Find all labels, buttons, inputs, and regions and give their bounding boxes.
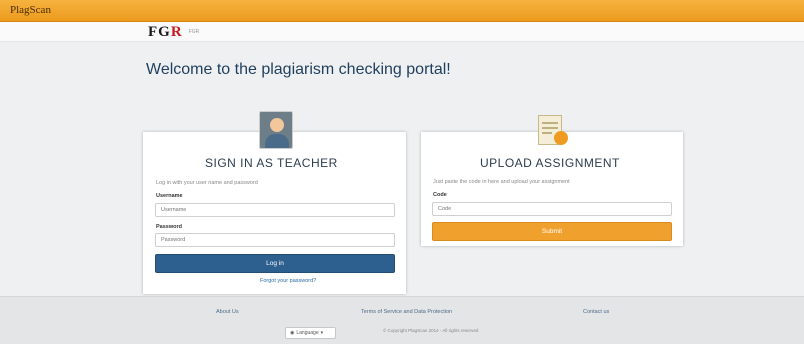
language-label: Language (296, 330, 319, 336)
forgot-password-link[interactable]: Forgot your password? (260, 278, 316, 284)
upload-card-title: UPLOAD ASSIGNMENT (480, 156, 620, 170)
logo-text: FGR (148, 23, 183, 40)
code-label: Code (433, 192, 447, 198)
login-button[interactable]: Log in (155, 254, 395, 273)
terms-link[interactable]: Terms of Service and Data Protection (361, 309, 452, 315)
teacher-login-card: SIGN IN AS TEACHER Log in with your user… (143, 132, 406, 294)
globe-icon: ◉ (290, 330, 295, 336)
language-selector[interactable]: ◉ Language ▾ (285, 327, 336, 339)
username-input[interactable] (155, 203, 395, 217)
upload-document-icon (536, 113, 570, 149)
teacher-hint: Log in with your user name and password (156, 180, 258, 186)
upload-hint: Just paste the code in here and upload y… (433, 179, 570, 185)
submit-button[interactable]: Submit (432, 222, 672, 241)
chevron-down-icon: ▾ (320, 330, 324, 336)
upload-assignment-card: UPLOAD ASSIGNMENT Just paste the code in… (421, 132, 683, 246)
teacher-card-title: SIGN IN AS TEACHER (205, 156, 338, 170)
username-label: Username (156, 193, 183, 199)
contact-link[interactable]: Contact us (583, 309, 609, 315)
site-logo[interactable]: FGR FGR (148, 23, 200, 40)
password-input[interactable] (155, 233, 395, 247)
code-input[interactable] (432, 202, 672, 216)
about-link[interactable]: About Us (216, 309, 239, 315)
footer: About Us Terms of Service and Data Prote… (0, 296, 804, 344)
logo-subtitle: FGR (188, 29, 200, 35)
teacher-avatar-icon (259, 111, 293, 149)
copyright-text: © Copyright PlagScan 2014 - All rights r… (383, 328, 479, 333)
top-bar: PlagScan (0, 0, 804, 22)
brand-label: PlagScan (10, 4, 51, 16)
password-label: Password (156, 224, 182, 230)
page-title: Welcome to the plagiarism checking porta… (146, 61, 451, 78)
header-bar (0, 22, 804, 42)
